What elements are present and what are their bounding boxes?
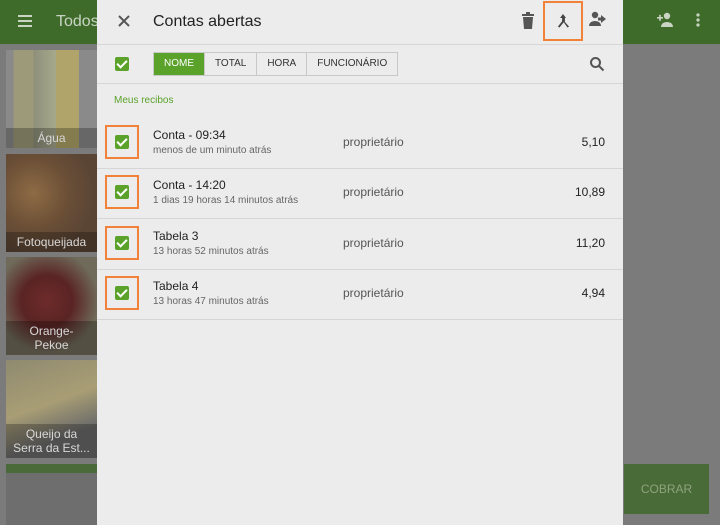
sort-segmented-control: NOME TOTAL HORA FUNCIONÁRIO xyxy=(153,52,399,76)
product-name: Água xyxy=(6,128,97,148)
product-name: Fotoqueijada xyxy=(6,232,97,252)
receipt-checkbox[interactable] xyxy=(105,276,139,310)
receipt-time: menos de um minuto atrás xyxy=(153,145,272,156)
receipt-total: 4,94 xyxy=(581,286,605,300)
section-label: Meus recibos xyxy=(114,95,174,106)
receipt-row[interactable]: Conta - 09:34 menos de um minuto atrás p… xyxy=(97,118,623,169)
receipt-checkbox[interactable] xyxy=(105,175,139,209)
more-options-icon[interactable] xyxy=(696,12,700,33)
receipt-row[interactable]: Conta - 14:20 1 dias 19 horas 14 minutos… xyxy=(97,168,623,219)
receipt-employee: proprietário xyxy=(343,286,404,300)
open-tickets-dialog: Contas abertas NOME TOTAL HORA FUNCIONÁR… xyxy=(97,0,623,525)
charge-button[interactable]: COBRAR xyxy=(624,464,709,514)
product-tile[interactable]: Orange- Pekoe xyxy=(6,257,97,355)
product-name: Orange- Pekoe xyxy=(6,321,97,355)
sort-total-button[interactable]: TOTAL xyxy=(204,53,257,75)
menu-icon[interactable] xyxy=(18,15,32,27)
receipt-total: 5,10 xyxy=(581,135,605,149)
receipt-time: 13 horas 52 minutos atrás xyxy=(153,246,269,257)
sort-time-button[interactable]: HORA xyxy=(256,53,307,75)
receipt-row[interactable]: Tabela 3 13 horas 52 minutos atrás propr… xyxy=(97,219,623,270)
product-tile[interactable]: Água xyxy=(6,50,97,148)
dialog-title: Contas abertas xyxy=(153,13,262,30)
receipt-name: Tabela 4 xyxy=(153,279,199,293)
receipt-time: 1 dias 19 horas 14 minutos atrás xyxy=(153,195,299,206)
delete-icon[interactable] xyxy=(521,12,539,32)
add-customer-icon[interactable] xyxy=(656,12,676,33)
sort-name-button[interactable]: NOME xyxy=(154,53,204,75)
product-tile[interactable]: Fotoqueijada xyxy=(6,154,97,252)
merge-tickets-icon[interactable] xyxy=(543,1,583,41)
receipt-total: 10,89 xyxy=(574,185,605,199)
product-tile[interactable]: Queijo da Serra da Est... xyxy=(6,360,97,458)
sort-employee-button[interactable]: FUNCIONÁRIO xyxy=(306,53,398,75)
receipt-name: Tabela 3 xyxy=(153,229,199,243)
product-tile[interactable] xyxy=(6,464,97,525)
select-all-checkbox[interactable] xyxy=(115,57,129,71)
assign-employee-icon[interactable] xyxy=(587,11,609,33)
category-title[interactable]: Todos xyxy=(56,13,99,31)
receipt-row[interactable]: Tabela 4 13 horas 47 minutos atrás propr… xyxy=(97,269,623,320)
receipt-employee: proprietário xyxy=(343,135,404,149)
dialog-header: Contas abertas xyxy=(97,0,623,45)
receipt-total: 11,20 xyxy=(575,236,605,250)
receipt-time: 13 horas 47 minutos atrás xyxy=(153,296,269,307)
sort-bar: NOME TOTAL HORA FUNCIONÁRIO xyxy=(97,45,623,84)
receipt-employee: proprietário xyxy=(343,185,404,199)
receipt-name: Conta - 09:34 xyxy=(153,128,226,142)
receipt-name: Conta - 14:20 xyxy=(153,178,226,192)
product-name: Queijo da Serra da Est... xyxy=(6,424,97,458)
search-icon[interactable] xyxy=(589,56,605,72)
receipt-checkbox[interactable] xyxy=(105,226,139,260)
receipt-checkbox[interactable] xyxy=(105,125,139,159)
receipt-employee: proprietário xyxy=(343,236,404,250)
close-icon[interactable] xyxy=(113,11,135,33)
